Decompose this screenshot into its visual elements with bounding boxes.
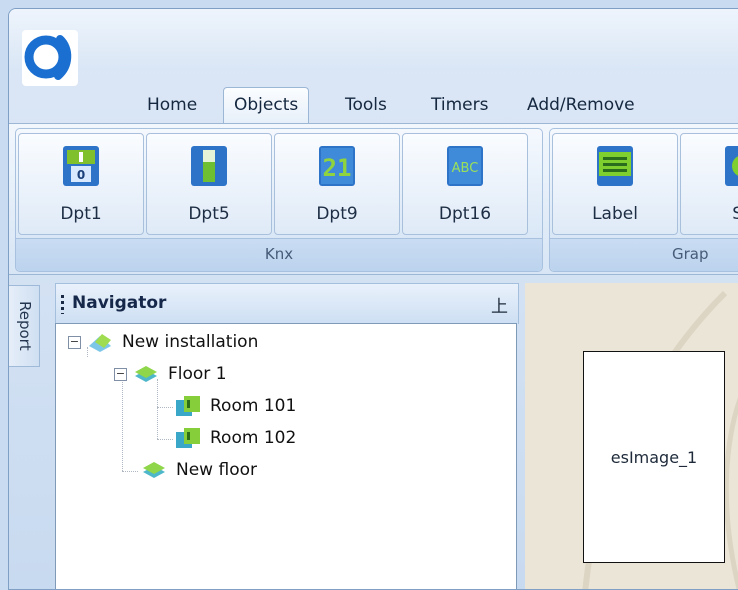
- tab-timers[interactable]: Timers: [421, 89, 498, 121]
- tree-node-label: Floor 1: [168, 364, 227, 384]
- drag-grip-icon[interactable]: [61, 295, 64, 314]
- room-icon: [174, 426, 202, 450]
- ribbon-group-graphics: Label Sh Grap: [549, 128, 738, 272]
- ribbon-group-knx: 0 Dpt1 Dpt5 21 Dpt9 ABC Dpt16 Knx: [15, 128, 543, 272]
- label-icon: [593, 144, 637, 188]
- level-icon: [187, 144, 231, 188]
- installation-icon: [86, 330, 114, 354]
- label-button-label: Label: [592, 204, 638, 224]
- label-button[interactable]: Label: [552, 133, 678, 235]
- app-logo-icon: [24, 35, 72, 80]
- collapse-installation-toggle[interactable]: −: [68, 336, 81, 349]
- dpt9-label: Dpt9: [316, 204, 358, 224]
- dpt5-button[interactable]: Dpt5: [146, 133, 272, 235]
- navigator-header: Navigator 上: [55, 283, 519, 324]
- shape-icon: [721, 144, 738, 188]
- dpt5-label: Dpt5: [188, 204, 230, 224]
- tree-node-new-installation[interactable]: New installation: [86, 328, 258, 356]
- tab-home[interactable]: Home: [137, 89, 207, 121]
- tab-add-remove[interactable]: Add/Remove: [517, 89, 645, 121]
- floor-icon: [132, 362, 160, 386]
- tab-objects[interactable]: Objects: [223, 87, 310, 124]
- floor-icon: [140, 458, 168, 482]
- shape-button-label: Sh: [681, 204, 738, 224]
- shape-button[interactable]: Sh: [680, 133, 738, 235]
- pin-icon[interactable]: 上: [491, 292, 508, 317]
- tree-node-new-floor[interactable]: New floor: [140, 456, 257, 484]
- switch-digit: 0: [77, 168, 85, 182]
- tree-node-floor-1[interactable]: Floor 1: [132, 360, 227, 388]
- tree-node-room-102[interactable]: Room 102: [174, 424, 296, 452]
- switch-icon: 0: [59, 144, 103, 188]
- ribbon-tabs: Home Objects Tools Timers Add/Remove: [9, 83, 738, 124]
- app-window: Home Objects Tools Timers Add/Remove 0 D…: [8, 8, 738, 590]
- dpt16-label: Dpt16: [438, 204, 492, 224]
- dpt1-button[interactable]: 0 Dpt1: [18, 133, 144, 235]
- tree-node-label: Room 102: [210, 428, 297, 448]
- navigator-title: Navigator: [72, 293, 167, 313]
- ribbon-panel: 0 Dpt1 Dpt5 21 Dpt9 ABC Dpt16 Knx Label …: [9, 123, 738, 275]
- navigator-tree: − New installation − Floor 1 Room 101 Ro…: [55, 323, 517, 589]
- app-logo-button[interactable]: [22, 30, 78, 86]
- tree-node-label: New floor: [176, 460, 257, 480]
- dpt1-label: Dpt1: [60, 204, 102, 224]
- side-dock: Report: [9, 283, 40, 583]
- collapse-floor-toggle[interactable]: −: [114, 368, 127, 381]
- tab-tools[interactable]: Tools: [335, 89, 397, 121]
- dpt16-button[interactable]: ABC Dpt16: [402, 133, 528, 235]
- canvas-image-object[interactable]: esImage_1: [583, 351, 725, 563]
- digits-icon: 21: [315, 144, 359, 188]
- title-bar: [9, 9, 738, 71]
- tree-node-room-101[interactable]: Room 101: [174, 392, 296, 420]
- room-icon: [174, 394, 202, 418]
- navigator-panel: Navigator 上 − New installation − Floor 1…: [55, 283, 519, 589]
- design-canvas[interactable]: esImage_1: [525, 283, 738, 589]
- graphics-group-caption: Grap: [550, 238, 738, 271]
- report-tab[interactable]: Report: [9, 285, 40, 367]
- abc-glyph: ABC: [452, 161, 479, 176]
- tree-node-label: Room 101: [210, 396, 297, 416]
- tree-node-label: New installation: [122, 332, 259, 352]
- abc-text-icon: ABC: [443, 144, 487, 188]
- dpt9-button[interactable]: 21 Dpt9: [274, 133, 400, 235]
- digits-glyph: 21: [323, 154, 352, 182]
- knx-group-caption: Knx: [16, 238, 542, 271]
